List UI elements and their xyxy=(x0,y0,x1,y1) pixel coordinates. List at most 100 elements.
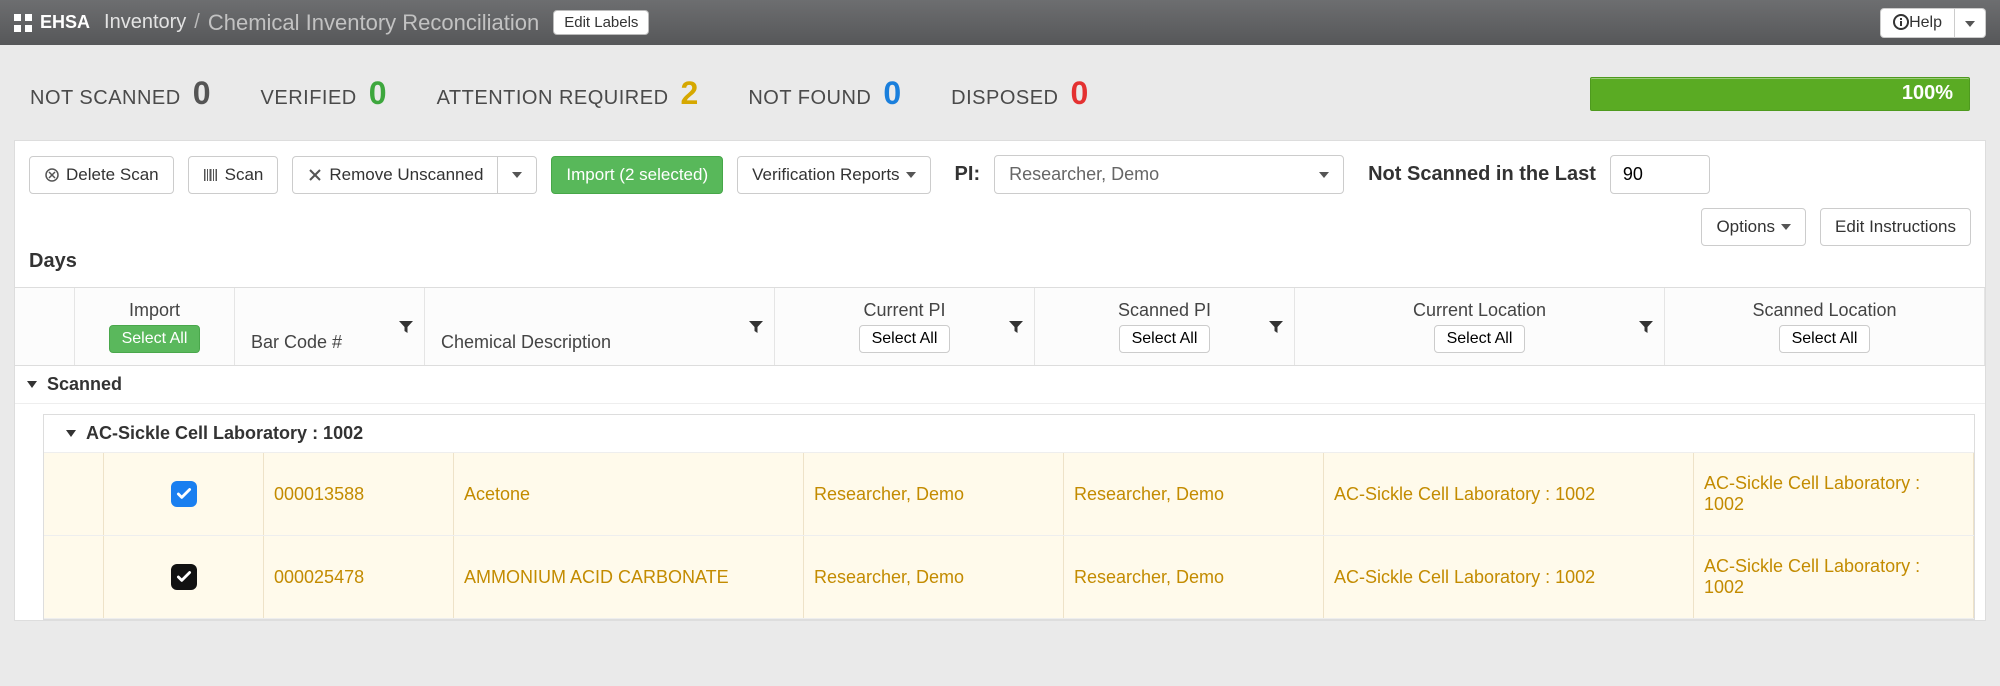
col-current-pi: Current PI Select All xyxy=(775,288,1035,365)
col-barcode[interactable]: Bar Code # xyxy=(235,288,425,365)
filter-icon[interactable] xyxy=(1638,319,1654,335)
filter-icon[interactable] xyxy=(1008,319,1024,335)
filter-icon[interactable] xyxy=(398,319,414,335)
delete-icon xyxy=(44,165,60,185)
edit-labels-button[interactable]: Edit Labels xyxy=(553,10,649,35)
group-content: AC-Sickle Cell Laboratory : 1002 0000135… xyxy=(43,414,1975,620)
col-expand xyxy=(15,288,75,365)
help-button[interactable]: Help xyxy=(1880,8,1955,38)
pi-label: PI: xyxy=(955,163,981,186)
table-row: 000013588 Acetone Researcher, Demo Resea… xyxy=(44,453,1974,536)
remove-unscanned-button[interactable]: Remove Unscanned xyxy=(292,156,498,194)
collapse-icon xyxy=(27,381,37,388)
status-label: VERIFIED xyxy=(261,87,357,110)
breadcrumb-sep: / xyxy=(194,11,200,34)
help-group: Help xyxy=(1880,8,1986,38)
cell-barcode: 000025478 xyxy=(274,567,364,588)
remove-unscanned-dropdown[interactable] xyxy=(498,156,537,194)
import-checkbox[interactable] xyxy=(171,564,197,590)
btn-label: Verification Reports xyxy=(752,165,899,185)
status-verified: VERIFIED 0 xyxy=(261,75,387,112)
barcode-icon xyxy=(203,165,219,185)
caret-down-icon xyxy=(1781,224,1791,230)
status-attention: ATTENTION REQUIRED 2 xyxy=(437,75,699,112)
remove-unscanned-group: Remove Unscanned xyxy=(292,156,537,194)
not-scanned-label: Not Scanned in the Last xyxy=(1368,163,1596,186)
status-value: 0 xyxy=(883,75,901,112)
status-value: 0 xyxy=(369,75,387,112)
grid-icon xyxy=(14,14,32,32)
group-location[interactable]: AC-Sickle Cell Laboratory : 1002 xyxy=(44,415,1974,453)
scanned-pi-select-all-button[interactable]: Select All xyxy=(1119,325,1211,353)
pi-select[interactable]: Researcher, Demo xyxy=(994,155,1344,194)
top-bar: EHSA Inventory / Chemical Inventory Reco… xyxy=(0,0,2000,45)
edit-instructions-button[interactable]: Edit Instructions xyxy=(1820,208,1971,246)
btn-label: Edit Instructions xyxy=(1835,217,1956,237)
options-button[interactable]: Options xyxy=(1701,208,1806,246)
col-label: Scanned PI xyxy=(1118,300,1211,321)
btn-label: Import (2 selected) xyxy=(566,165,708,185)
status-label: DISPOSED xyxy=(951,87,1058,110)
cell-scan-pi: Researcher, Demo xyxy=(1074,567,1224,588)
status-value: 0 xyxy=(193,75,211,112)
cell-curr-pi: Researcher, Demo xyxy=(814,484,964,505)
col-label: Scanned Location xyxy=(1752,300,1896,321)
breadcrumb-root[interactable]: Inventory xyxy=(104,11,186,34)
delete-scan-button[interactable]: Delete Scan xyxy=(29,156,174,194)
status-not-found: NOT FOUND 0 xyxy=(748,75,901,112)
col-label: Import xyxy=(129,300,180,321)
cell-desc: Acetone xyxy=(464,484,530,505)
caret-down-icon xyxy=(1319,172,1329,178)
cell-scan-loc: AC-Sickle Cell Laboratory : 1002 xyxy=(1704,473,1963,515)
status-label: NOT SCANNED xyxy=(30,87,181,110)
current-loc-select-all-button[interactable]: Select All xyxy=(1434,325,1526,353)
col-label: Current PI xyxy=(863,300,945,321)
collapse-icon xyxy=(66,430,76,437)
status-value: 0 xyxy=(1071,75,1089,112)
status-not-scanned: NOT SCANNED 0 xyxy=(30,75,211,112)
current-pi-select-all-button[interactable]: Select All xyxy=(859,325,951,353)
help-dropdown-button[interactable] xyxy=(1955,8,1986,38)
col-chem-desc[interactable]: Chemical Description xyxy=(425,288,775,365)
scanned-loc-select-all-button[interactable]: Select All xyxy=(1779,325,1871,353)
status-disposed: DISPOSED 0 xyxy=(951,75,1088,112)
col-current-loc: Current Location Select All xyxy=(1295,288,1665,365)
scan-button[interactable]: Scan xyxy=(188,156,279,194)
cell-barcode: 000013588 xyxy=(274,484,364,505)
verification-reports-button[interactable]: Verification Reports xyxy=(737,156,930,194)
cell-curr-loc: AC-Sickle Cell Laboratory : 1002 xyxy=(1334,567,1595,588)
main-panel: Delete Scan Scan Remove Unscanned Import… xyxy=(14,140,1986,621)
group-label: AC-Sickle Cell Laboratory : 1002 xyxy=(86,423,363,444)
filter-icon[interactable] xyxy=(1268,319,1284,335)
col-label: Chemical Description xyxy=(441,332,611,353)
days-input[interactable] xyxy=(1610,155,1710,194)
caret-down-icon xyxy=(1965,21,1975,27)
cell-scan-loc: AC-Sickle Cell Laboratory : 1002 xyxy=(1704,556,1963,598)
group-label: Scanned xyxy=(47,374,122,395)
info-icon xyxy=(1893,14,1909,32)
grid-header: Import Select All Bar Code # Chemical De… xyxy=(15,287,1985,366)
import-checkbox[interactable] xyxy=(171,481,197,507)
col-scanned-pi: Scanned PI Select All xyxy=(1035,288,1295,365)
btn-label: Remove Unscanned xyxy=(329,165,483,185)
caret-down-icon xyxy=(512,172,522,178)
filter-icon[interactable] xyxy=(748,319,764,335)
group-scanned[interactable]: Scanned xyxy=(15,366,1985,404)
import-select-all-button[interactable]: Select All xyxy=(109,325,201,353)
status-label: NOT FOUND xyxy=(748,87,871,110)
days-word: Days xyxy=(15,250,1985,287)
status-value: 2 xyxy=(681,75,699,112)
col-label: Bar Code # xyxy=(251,332,342,353)
col-label: Current Location xyxy=(1413,300,1546,321)
import-button[interactable]: Import (2 selected) xyxy=(551,156,723,194)
cell-curr-loc: AC-Sickle Cell Laboratory : 1002 xyxy=(1334,484,1595,505)
btn-label: Delete Scan xyxy=(66,165,159,185)
x-icon xyxy=(307,165,323,185)
btn-label: Options xyxy=(1716,217,1775,237)
toolbar: Delete Scan Scan Remove Unscanned Import… xyxy=(15,141,1985,250)
col-import: Import Select All xyxy=(75,288,235,365)
status-row: NOT SCANNED 0 VERIFIED 0 ATTENTION REQUI… xyxy=(0,45,2000,134)
btn-label: Scan xyxy=(225,165,264,185)
caret-down-icon xyxy=(906,172,916,178)
cell-curr-pi: Researcher, Demo xyxy=(814,567,964,588)
